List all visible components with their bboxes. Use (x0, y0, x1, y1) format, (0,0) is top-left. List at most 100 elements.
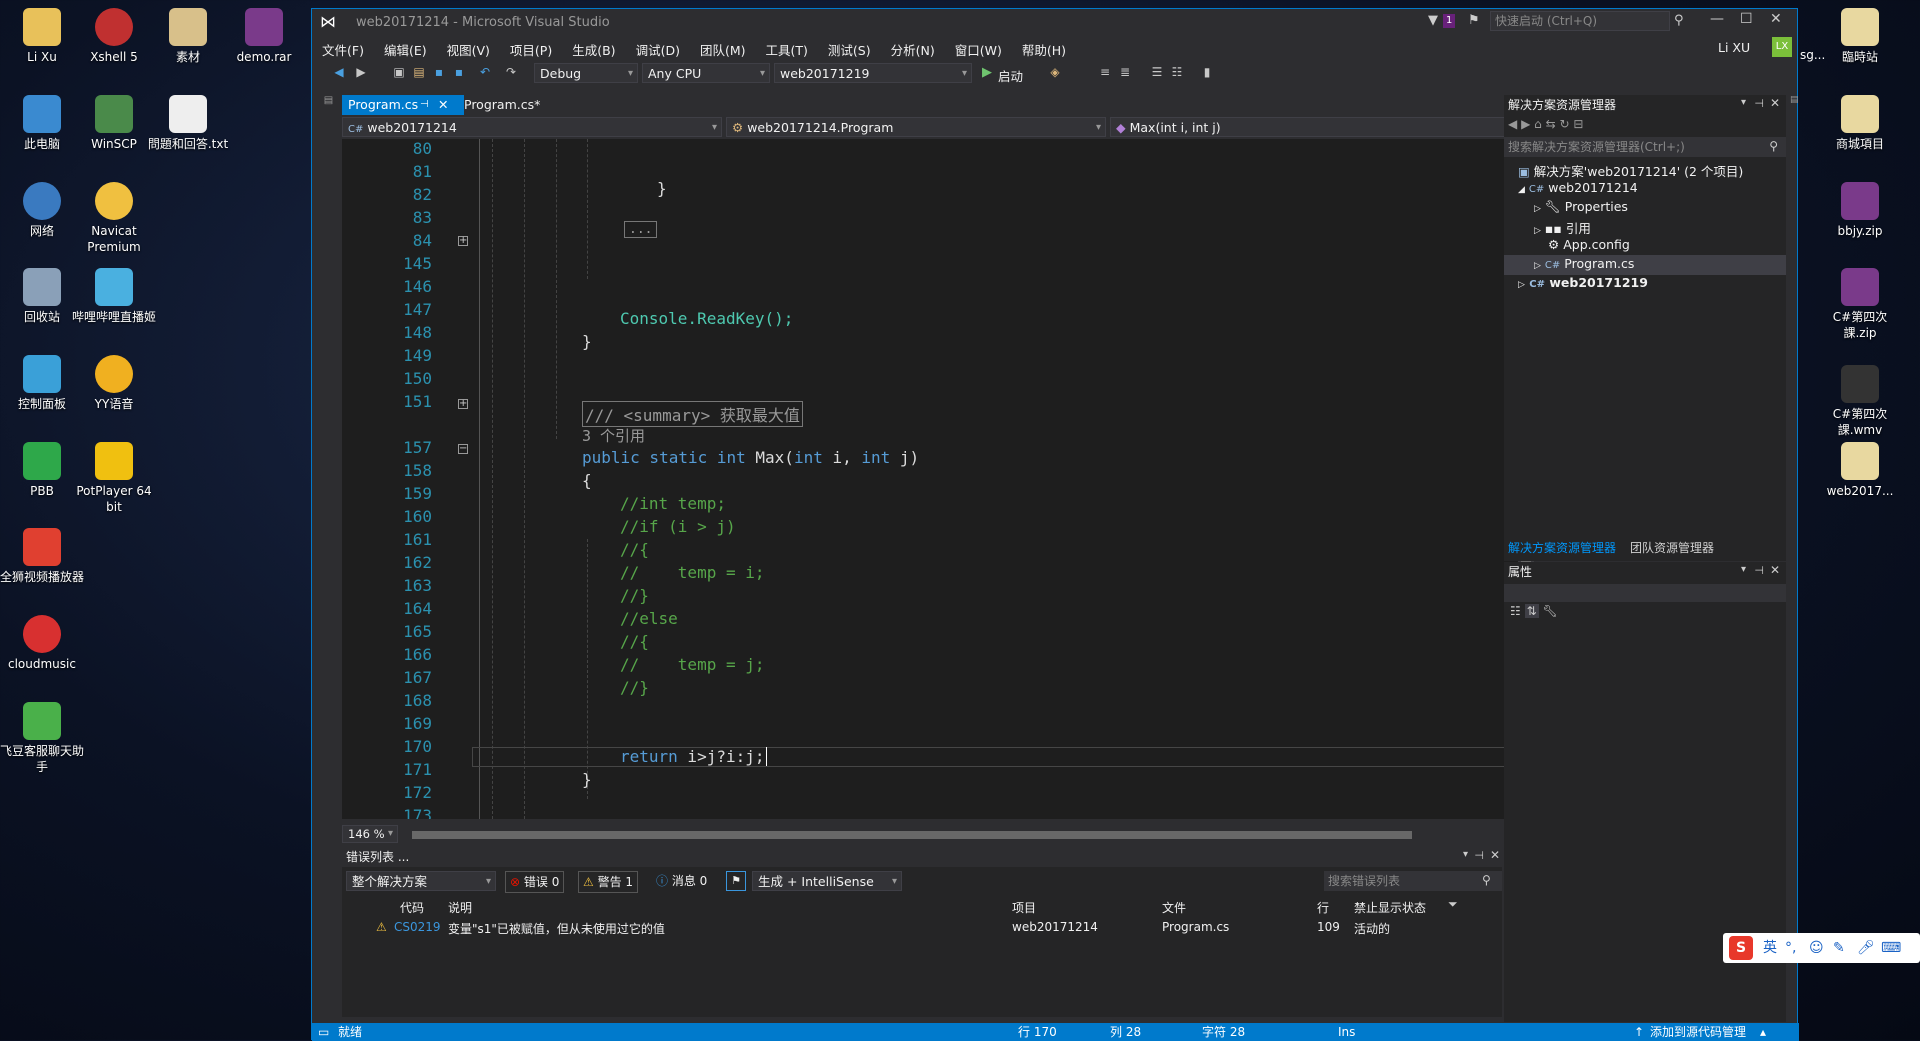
menu-debug[interactable]: 调试(D) (636, 40, 680, 59)
add-to-source-control-button[interactable]: 添加到源代码管理 (1650, 1023, 1746, 1041)
alphabetical-icon[interactable]: ⇅ (1524, 604, 1539, 618)
collapse-all-icon[interactable]: ⊟ (1573, 117, 1583, 131)
back-icon[interactable]: ◀ (1508, 117, 1517, 131)
desktop-icon-winscp[interactable]: WinSCP (72, 95, 156, 153)
member-dropdown[interactable]: ◆ Max(int i, int j) (1110, 117, 1530, 138)
project-dropdown[interactable]: C# web20171214 (342, 117, 722, 138)
errors-filter-button[interactable]: ⊗ 错误 0 (505, 871, 565, 893)
menu-analyze[interactable]: 分析(N) (891, 40, 935, 59)
new-project-icon[interactable]: ▣ (392, 65, 406, 79)
menu-file[interactable]: 文件(F) (322, 40, 364, 59)
microphone-icon[interactable]: 🎤︎ (1857, 933, 1875, 963)
desktop-icon-yy[interactable]: YY语音 (72, 355, 156, 413)
bookmark-icon[interactable]: ▮ (1200, 65, 1214, 79)
desktop-icon-potplayer[interactable]: PotPlayer 64 bit (72, 442, 156, 515)
start-button[interactable]: 启动 (998, 66, 1023, 85)
search-icon[interactable]: ⚲ (1674, 13, 1684, 28)
menu-help[interactable]: 帮助(H) (1022, 40, 1066, 59)
column-line[interactable]: 行 (1317, 899, 1329, 916)
back-icon[interactable]: ◀ (332, 65, 346, 79)
panel-menu-chevron-down-icon[interactable]: ▾ (1463, 849, 1468, 860)
expand-collapsed-region-icon[interactable]: + (458, 236, 468, 246)
column-suppression-state[interactable]: 禁止显示状态 (1354, 899, 1426, 916)
search-icon[interactable]: ⚲ (1482, 873, 1491, 887)
desktop-icon-csharp-wmv[interactable]: C#第四次課.wmv (1818, 365, 1902, 438)
redo-icon[interactable]: ↷ (504, 65, 518, 79)
horizontal-scrollbar-thumb[interactable] (412, 831, 1412, 839)
menu-tools[interactable]: 工具(T) (766, 40, 808, 59)
tree-program-cs[interactable]: ▷ C# Program.cs (1534, 256, 1634, 271)
handwriting-icon[interactable]: ✎ (1833, 933, 1845, 963)
categorized-icon[interactable]: ☷ (1510, 604, 1521, 618)
menu-view[interactable]: 视图(V) (447, 40, 490, 59)
expand-arrow-icon[interactable]: ▷ (1534, 261, 1541, 271)
indent-icon[interactable]: ≡ (1098, 65, 1112, 79)
tab-program-cs-modified[interactable]: Program.cs* (458, 95, 546, 115)
tree-project-web20171219[interactable]: ▷ C# web20171219 (1518, 275, 1648, 290)
platform-select[interactable]: Any CPU (642, 63, 770, 84)
filter-to-open-documents-icon[interactable]: ⚑ (726, 871, 746, 891)
ime-language-toggle[interactable]: 英 (1763, 933, 1777, 963)
expand-arrow-icon[interactable]: ▷ (1518, 280, 1525, 290)
column-description[interactable]: 说明 (448, 899, 472, 916)
collapsed-region[interactable]: ... (624, 221, 658, 238)
punctuation-icon[interactable]: °, (1785, 933, 1796, 963)
find-icon[interactable]: ◈ (1048, 65, 1062, 79)
outdent-icon[interactable]: ≣ (1118, 65, 1132, 79)
desktop-icon-web2017[interactable]: web2017... (1818, 442, 1902, 500)
quick-launch-input[interactable]: 快速启动 (Ctrl+Q) (1490, 11, 1670, 31)
build-intellisense-select[interactable]: 生成 + IntelliSense (752, 871, 902, 892)
warnings-filter-button[interactable]: ⚠ 警告 1 (578, 871, 639, 893)
toolbox-side-tab-icon[interactable]: ▤ (320, 95, 334, 135)
side-panel-tab-icon[interactable]: ▤ (1790, 95, 1800, 145)
emoji-icon[interactable]: ☺ (1809, 933, 1824, 963)
reference-count-lens[interactable]: 3 个引用 (582, 425, 645, 446)
expand-summary-icon[interactable]: + (458, 399, 468, 409)
column-project[interactable]: 项目 (1012, 899, 1036, 916)
code-editor[interactable]: 80 81 82 83 84 145 146 147 148 149 150 151 157 158 159… (342, 139, 1518, 819)
close-tab-icon[interactable]: ✕ (438, 95, 448, 115)
pin-icon[interactable]: ⊣ (1754, 97, 1764, 110)
tree-solution[interactable]: ▣ 解决方案'web20171214' (2 个项目) (1518, 161, 1743, 180)
desktop-icon-cloudmusic[interactable]: cloudmusic (0, 615, 84, 673)
close-panel-icon[interactable]: ✕ (1490, 848, 1500, 862)
sogou-logo-icon[interactable]: S (1729, 936, 1753, 960)
menu-edit[interactable]: 编辑(E) (384, 40, 427, 59)
properties-object-select[interactable] (1504, 584, 1786, 602)
desktop-icon-bbjy-zip[interactable]: bbjy.zip (1818, 182, 1902, 240)
pin-icon[interactable]: ⊣ (1754, 564, 1764, 577)
save-icon[interactable]: ▪ (432, 65, 446, 79)
home-icon[interactable]: ⌂ (1534, 117, 1542, 131)
tree-project-web20171214[interactable]: ◢ C# web20171214 (1518, 180, 1638, 195)
menu-team[interactable]: 团队(M) (700, 40, 746, 59)
column-filter-icon[interactable]: ⏷ (1448, 897, 1458, 912)
desktop-icon-feidou[interactable]: 飞豆客服聊天助手 (0, 702, 84, 775)
solution-search-input[interactable]: 搜索解决方案资源管理器(Ctrl+;) (1504, 137, 1786, 157)
close-button[interactable]: ✕ (1770, 11, 1782, 27)
column-code[interactable]: 代码 (400, 899, 424, 916)
configuration-select[interactable]: Debug (534, 63, 638, 84)
forward-icon[interactable]: ▶ (1521, 117, 1530, 131)
search-icon[interactable]: ⚲ (1769, 139, 1778, 153)
desktop-icon-bilibili-live[interactable]: 哔哩哔哩直播姬 (72, 268, 156, 326)
desktop-icon-demo-rar[interactable]: demo.rar (222, 8, 306, 66)
property-pages-icon[interactable]: 🔧︎ (1542, 604, 1557, 618)
minimize-button[interactable]: — (1710, 11, 1724, 27)
close-panel-icon[interactable]: ✕ (1770, 96, 1780, 110)
undo-icon[interactable]: ↶ (478, 65, 492, 79)
pin-icon[interactable]: ⊣ (420, 95, 429, 115)
startup-project-select[interactable]: web20171219 (774, 63, 972, 84)
forward-icon[interactable]: ▶ (354, 65, 368, 79)
tree-references[interactable]: ▷ ▪▪ 引用 (1534, 218, 1591, 237)
desktop-icon-csharp-zip[interactable]: C#第四次課.zip (1818, 268, 1902, 341)
desktop-icon-sucai[interactable]: 素材 (146, 8, 230, 66)
tab-solution-explorer[interactable]: 解决方案资源管理器 (1508, 539, 1616, 556)
menu-build[interactable]: 生成(B) (572, 40, 615, 59)
panel-menu-chevron-down-icon[interactable]: ▾ (1741, 564, 1746, 575)
maximize-button[interactable]: ☐ (1740, 11, 1753, 27)
menu-project[interactable]: 项目(P) (510, 40, 552, 59)
source-control-arrow-icon[interactable]: ↑ (1634, 1023, 1644, 1041)
keyboard-icon[interactable]: ⌨ (1881, 933, 1901, 963)
column-file[interactable]: 文件 (1162, 899, 1186, 916)
notification-filter-icon[interactable]: ▼ (1428, 13, 1438, 28)
